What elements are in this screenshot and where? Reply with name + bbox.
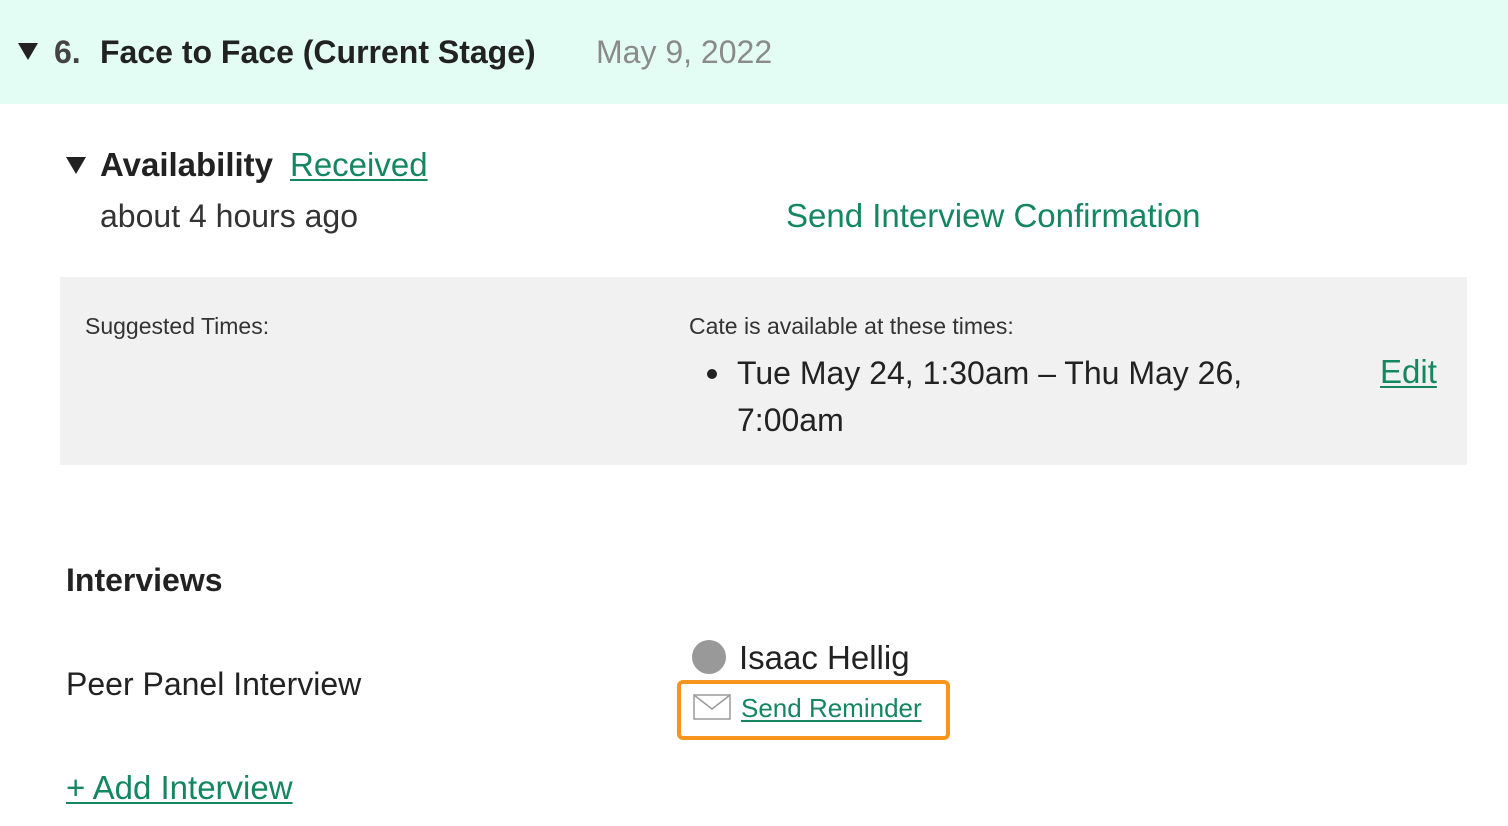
add-interview-link[interactable]: + Add Interview (66, 768, 293, 808)
availability-title: Availability (100, 146, 274, 183)
availability-time-range: Tue May 24, 1:30am – Thu May 26, 7:00am (737, 355, 1243, 438)
interviewer-name: Isaac Hellig (739, 639, 910, 676)
bullet-icon (707, 369, 717, 379)
stage-date: May 9, 2022 (596, 34, 773, 70)
interviewer-status-icon (692, 640, 726, 674)
stage-title: Face to Face (Current Stage) (100, 34, 536, 70)
candidate-availability-label: Cate is available at these times: (689, 313, 1014, 339)
send-reminder-link[interactable]: Send Reminder (741, 691, 922, 725)
interviews-heading: Interviews (66, 562, 223, 598)
envelope-icon (693, 694, 731, 720)
send-interview-confirmation-link[interactable]: Send Interview Confirmation (786, 196, 1201, 236)
suggested-times-label: Suggested Times: (85, 313, 270, 339)
edit-availability-link[interactable]: Edit (1380, 352, 1437, 392)
collapse-availability-caret-icon[interactable] (66, 157, 86, 174)
collapse-stage-caret-icon[interactable] (18, 43, 38, 60)
availability-time-ago: about 4 hours ago (100, 198, 358, 234)
stage-number: 6. (54, 34, 81, 70)
interview-name: Peer Panel Interview (66, 666, 362, 702)
availability-received-link[interactable]: Received (290, 145, 428, 185)
